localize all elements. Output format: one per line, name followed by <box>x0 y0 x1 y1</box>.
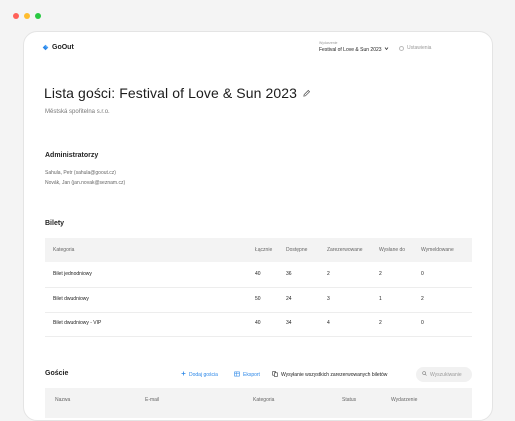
col-header-checked-out: Wymeldowane <box>421 247 454 253</box>
col-header-event: Wydarzenie <box>391 397 418 403</box>
col-header-total: Łącznie <box>255 247 273 253</box>
ticket-available: 36 <box>286 271 292 277</box>
page-title-text: Lista gości: Festival of Love & Sun 2023 <box>44 85 298 101</box>
search-input[interactable]: Wyszukiwanie <box>416 367 472 382</box>
event-caption: Wydarzenie <box>319 41 338 45</box>
row-divider <box>45 312 472 313</box>
add-guest-button[interactable]: Dodaj gościa <box>181 371 218 378</box>
admins-title: Administratorzy <box>45 152 99 159</box>
ticket-sent: 1 <box>379 296 382 302</box>
chevron-down-icon <box>384 46 389 53</box>
plus-icon <box>181 371 186 378</box>
spreadsheet-icon <box>234 371 240 379</box>
window-controls <box>13 13 41 19</box>
logo[interactable]: GoOut <box>42 44 74 51</box>
guests-table-header: Nazwa E-mail Kategoria Status Wydarzenie <box>45 388 472 418</box>
row-divider <box>45 336 472 337</box>
ticket-reserved: 2 <box>327 271 330 277</box>
minimize-dot[interactable] <box>24 13 30 19</box>
ticket-category: Bilet dwudniowy <box>53 296 89 302</box>
export-button[interactable]: Eksport <box>234 371 260 379</box>
company-name: Městská spořitelna s.r.o. <box>45 109 110 115</box>
send-all-reserved-button[interactable]: Wysyłanie wszystkich zarezerwowanych bil… <box>272 371 387 379</box>
col-header-sent: Wysłane do <box>379 247 406 253</box>
col-header-reserved: Zarezerwowane <box>327 247 363 253</box>
close-dot[interactable] <box>13 13 19 19</box>
event-selector[interactable]: Wydarzenie Festival of Love & Sun 2023 <box>319 41 389 53</box>
search-placeholder: Wyszukiwanie <box>430 371 462 378</box>
ticket-checked-out: 2 <box>421 296 424 302</box>
col-header-email: E-mail <box>145 397 160 403</box>
ticket-available: 24 <box>286 296 292 302</box>
ticket-category: Bilet jednodniowy <box>53 271 92 277</box>
logo-text: GoOut <box>52 44 74 51</box>
send-all-label: Wysyłanie wszystkich zarezerwowanych bil… <box>281 372 388 378</box>
ticket-reserved: 4 <box>327 320 330 326</box>
ticket-available: 34 <box>286 320 292 326</box>
gear-icon <box>399 45 404 51</box>
goout-logo-icon <box>42 44 49 51</box>
add-guest-label: Dodaj gościa <box>189 371 218 378</box>
ticket-category: Bilet dwudniowy - VIP <box>53 320 102 326</box>
tickets-title: Bilety <box>45 220 65 227</box>
tickets-table-header: Kategoria Łącznie Dostępne Zarezerwowane… <box>45 238 472 262</box>
top-bar: GoOut Wydarzenie Festival of Love & Sun … <box>24 32 492 66</box>
pencil-icon[interactable] <box>302 85 311 101</box>
export-label: Eksport <box>243 372 260 378</box>
send-icon <box>272 371 278 379</box>
ticket-total: 40 <box>255 320 261 326</box>
ticket-reserved: 3 <box>327 296 330 302</box>
col-header-category: Kategoria <box>53 247 75 253</box>
col-header-name: Nazwa <box>55 397 71 403</box>
settings-link[interactable]: Ustawienia <box>399 45 431 51</box>
guests-title: Goście <box>45 370 69 377</box>
settings-label: Ustawienia <box>407 45 432 51</box>
ticket-sent: 2 <box>379 320 382 326</box>
page-title: Lista gości: Festival of Love & Sun 2023 <box>44 85 311 101</box>
admin-item: Novák, Jan (jan.novak@seznam.cz) <box>45 180 126 186</box>
admin-item: Sahula, Petr (sahula@goout.cz) <box>45 170 116 176</box>
app-window: GoOut Wydarzenie Festival of Love & Sun … <box>23 31 493 421</box>
col-header-available: Dostępne <box>286 247 308 253</box>
ticket-checked-out: 0 <box>421 320 424 326</box>
col-header-category: Kategoria <box>253 397 275 403</box>
col-header-status: Status <box>342 397 357 403</box>
row-divider <box>45 287 472 288</box>
ticket-total: 50 <box>255 296 261 302</box>
maximize-dot[interactable] <box>35 13 41 19</box>
ticket-total: 40 <box>255 271 261 277</box>
search-icon <box>422 371 427 378</box>
event-value: Festival of Love & Sun 2023 <box>319 46 382 53</box>
ticket-checked-out: 0 <box>421 271 424 277</box>
ticket-sent: 2 <box>379 271 382 277</box>
